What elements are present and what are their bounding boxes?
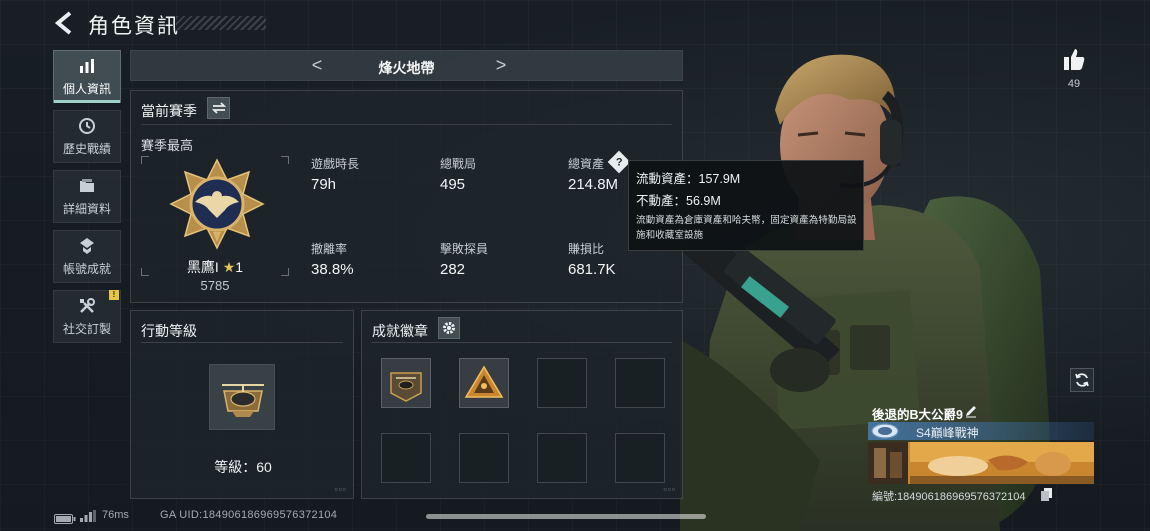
- player-id: 編號:184906186969576372104: [872, 491, 1026, 503]
- thumbs-up-icon[interactable]: [1061, 46, 1087, 72]
- bar-chart-icon: [80, 58, 94, 73]
- scrollbar-thumb[interactable]: [426, 514, 706, 519]
- refresh-icon: [1075, 373, 1089, 387]
- title-decoration: [176, 16, 266, 30]
- page-title: 角色資訊: [88, 15, 180, 38]
- star-icon: ★: [222, 259, 236, 275]
- badge-slot-empty[interactable]: [615, 433, 665, 483]
- level-emblem: [209, 364, 275, 430]
- sidebar-item-account-achievements[interactable]: 帳號成就: [53, 230, 121, 283]
- player-title-strip: S4巔峰戰神: [868, 422, 1094, 440]
- asset-breakdown-tooltip: 流動資產：157.9M 不動產：56.9M 流動資產為倉庫資產和哈夫幣，固定資產…: [628, 160, 864, 251]
- player-name: 後退的B大公爵9: [872, 408, 963, 422]
- sidebar-item-history[interactable]: 歷史戰績: [53, 110, 121, 163]
- badge-settings-button[interactable]: [438, 317, 460, 339]
- edit-pencil-icon[interactable]: [964, 404, 978, 418]
- map-name: 烽火地帶: [378, 60, 435, 76]
- divider: [372, 342, 672, 343]
- player-name-card: 後退的B大公爵9 S4巔峰戰神: [868, 400, 1094, 440]
- achievement-medal-icon: [80, 237, 94, 254]
- folder-icon: [80, 178, 94, 192]
- sidebar-item-personal-info[interactable]: 個人資訊: [53, 50, 121, 103]
- badge-slot[interactable]: [459, 358, 509, 408]
- helicopter-badge-icon: [390, 372, 422, 402]
- refresh-button[interactable]: [1070, 368, 1094, 392]
- action-level-title: 行動等級: [141, 323, 197, 339]
- horizontal-scrollbar[interactable]: [426, 514, 706, 519]
- next-map-button[interactable]: >: [491, 55, 511, 76]
- player-banner-image: [868, 442, 1094, 484]
- helicopter-badge-icon: [222, 384, 264, 417]
- copy-icon[interactable]: [1041, 488, 1053, 501]
- divider: [141, 124, 672, 125]
- rank-star-level: 1: [235, 259, 244, 275]
- stat-value: 79h: [311, 176, 337, 193]
- badge-slot[interactable]: [381, 358, 431, 408]
- sidebar-item-label: 歷史戰績: [62, 141, 111, 156]
- asset-help-icon[interactable]: ?: [607, 150, 631, 174]
- stat-value: 495: [440, 176, 466, 193]
- fixed-assets-line: 不動產：56.9M: [636, 194, 721, 208]
- history-clock-icon: [79, 117, 95, 134]
- achievement-badges-panel: 成就徽章 ▫▫▫: [361, 310, 683, 499]
- badge-slot-empty[interactable]: [459, 433, 509, 483]
- player-title: S4巔峰戰神: [916, 426, 979, 440]
- achievement-badges-title: 成就徽章: [372, 323, 428, 339]
- sidebar-item-social-custom[interactable]: ! 社交訂製: [53, 290, 121, 343]
- black-hawk-rank-emblem: [169, 158, 265, 250]
- stat-value: 38.8%: [311, 261, 354, 278]
- map-selector-bar: < 烽火地帶 >: [130, 50, 683, 81]
- badge-slot-empty[interactable]: [615, 358, 665, 408]
- sidebar-item-label: 社交訂製: [62, 321, 111, 336]
- tooltip-description: 流動資產為倉庫資產和哈夫幣，固定資產為特勤局設施和收藏室設施: [636, 215, 857, 241]
- season-title-emblem: [870, 423, 900, 439]
- like-count: 49: [1067, 78, 1081, 90]
- level-value: 等級：60: [214, 459, 272, 475]
- stat-label: 撤離率: [311, 242, 348, 256]
- season-stats-panel: 當前賽季 賽季最高 黑鷹I ★1 5785 遊戲時長 79h 總戰局 495 總…: [130, 90, 683, 303]
- liquid-assets-line: 流動資產：157.9M: [636, 172, 741, 186]
- season-best-label: 賽季最高: [141, 138, 194, 153]
- decorative-dots: ▫▫▫: [334, 484, 347, 494]
- back-arrow-icon[interactable]: [52, 10, 76, 36]
- swap-arrows-icon: [211, 102, 226, 114]
- badge-slot-empty[interactable]: [537, 433, 587, 483]
- notification-badge: !: [109, 290, 119, 300]
- signal-strength-icon: [80, 509, 96, 522]
- divider: [141, 342, 343, 343]
- stat-label: 擊敗探員: [440, 242, 489, 256]
- season-header: 當前賽季: [141, 103, 197, 119]
- switch-season-button[interactable]: [207, 97, 230, 119]
- stat-label: 總資產: [568, 157, 605, 171]
- stat-label: 遊戲時長: [311, 157, 360, 171]
- badge-slot-empty[interactable]: [537, 358, 587, 408]
- rank-name: 黑鷹I ★1: [131, 257, 299, 277]
- sidebar-item-label: 個人資訊: [62, 81, 111, 96]
- network-latency: 76ms: [102, 509, 129, 521]
- stat-label: 總戰局: [440, 157, 477, 171]
- stat-value: 681.7K: [568, 261, 616, 278]
- tools-icon: [80, 297, 95, 313]
- sidebar-item-label: 詳細資料: [62, 201, 111, 216]
- decorative-dots: ▫▫▫: [663, 484, 676, 494]
- rank-score: 5785: [200, 278, 230, 293]
- battery-icon: [54, 511, 76, 524]
- stat-value: 282: [440, 261, 466, 278]
- game-uid: GA UID:184906186969576372104: [160, 509, 338, 521]
- stat-label: 賺損比: [568, 242, 605, 256]
- gear-icon: [443, 322, 455, 334]
- rank-title: 黑鷹I: [186, 259, 219, 275]
- sidebar-item-label: 帳號成就: [62, 261, 111, 276]
- badge-slot-empty[interactable]: [381, 433, 431, 483]
- pyramid-badge-icon: [464, 365, 504, 398]
- action-level-panel: 行動等級 等級：60 ▫▫▫: [130, 310, 354, 499]
- sidebar-item-details[interactable]: 詳細資料: [53, 170, 121, 223]
- stat-value: 214.8M: [568, 176, 619, 193]
